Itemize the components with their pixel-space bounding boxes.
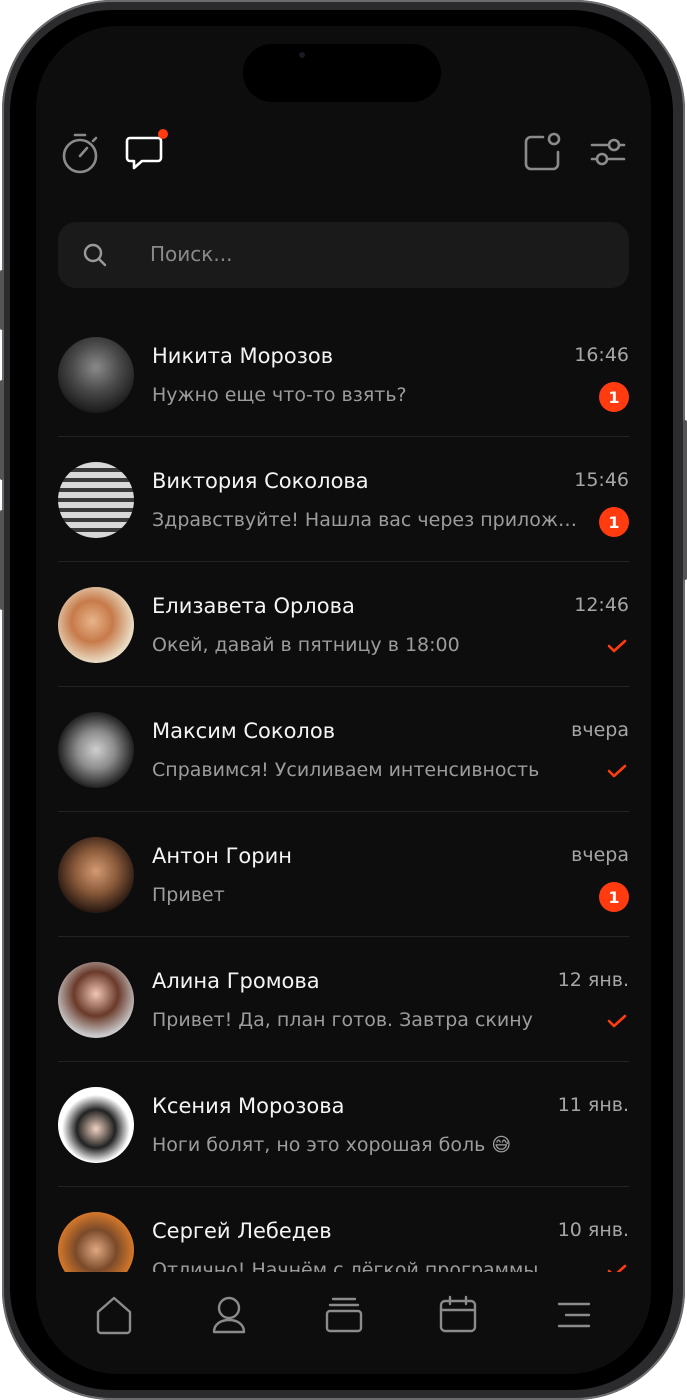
- avatar: [58, 837, 134, 913]
- chat-time: 12 янв.: [557, 969, 629, 991]
- avatar: [58, 337, 134, 413]
- chat-time: вчера: [571, 844, 629, 866]
- chat-preview: Здравствуйте! Нашла вас через приложе...: [152, 509, 582, 531]
- filter-sliders-icon[interactable]: [586, 130, 630, 174]
- chat-time: 15:46: [574, 469, 629, 491]
- unread-badge: 1: [599, 382, 629, 412]
- chat-preview: Отлично! Начнём с лёгкой программы: [152, 1259, 539, 1272]
- chat-list[interactable]: Никита Морозов 16:46 Нужно еще что-то вз…: [36, 312, 651, 1272]
- home-icon[interactable]: [89, 1290, 139, 1340]
- cards-icon[interactable]: [319, 1290, 369, 1340]
- chat-time: вчера: [571, 719, 629, 741]
- unread-badge: 1: [599, 507, 629, 537]
- chat-row[interactable]: Максим Соколов вчера Справимся! Усиливае…: [36, 687, 651, 812]
- chat-row[interactable]: Елизавета Орлова 12:46 Окей, давай в пят…: [36, 562, 651, 687]
- chat-name: Максим Соколов: [152, 719, 336, 743]
- chat-row[interactable]: Сергей Лебедев 10 янв. Отлично! Начнём с…: [36, 1187, 651, 1272]
- search-bar[interactable]: Поиск...: [58, 222, 629, 288]
- chat-name: Никита Морозов: [152, 344, 334, 368]
- read-check-icon: [607, 763, 627, 783]
- chat-time: 11 янв.: [557, 1094, 629, 1116]
- chat-name: Алина Громова: [152, 969, 320, 993]
- side-button: [0, 510, 4, 610]
- screen: Поиск... Никита Морозов 16:46 Нужно еще …: [36, 26, 651, 1374]
- tab-bar: [36, 1274, 651, 1374]
- avatar: [58, 587, 134, 663]
- avatar: [58, 712, 134, 788]
- chat-preview: Ноги болят, но это хорошая боль 😅: [152, 1134, 512, 1156]
- chat-preview: Нужно еще что-то взять?: [152, 384, 407, 406]
- chat-row[interactable]: Виктория Соколова 15:46 Здравствуйте! На…: [36, 437, 651, 562]
- chat-time: 12:46: [574, 594, 629, 616]
- chat-name: Ксения Морозова: [152, 1094, 345, 1118]
- read-check-icon: [607, 1263, 627, 1272]
- chat-name: Сергей Лебедев: [152, 1219, 332, 1243]
- avatar: [58, 1087, 134, 1163]
- avatar: [58, 1212, 134, 1272]
- chat-time: 10 янв.: [557, 1219, 629, 1241]
- avatar: [58, 962, 134, 1038]
- chat-bubble-icon[interactable]: [124, 128, 170, 174]
- chat-preview: Привет! Да, план готов. Завтра скину: [152, 1009, 533, 1031]
- chat-name: Виктория Соколова: [152, 469, 369, 493]
- chat-preview: Привет: [152, 884, 225, 906]
- chat-preview: Окей, давай в пятницу в 18:00: [152, 634, 460, 656]
- read-check-icon: [607, 1013, 627, 1033]
- chat-row[interactable]: Алина Громова 12 янв. Привет! Да, план г…: [36, 937, 651, 1062]
- notification-square-icon[interactable]: [520, 130, 564, 174]
- chat-row[interactable]: Антон Горин вчера Привет 1: [36, 812, 651, 937]
- chat-name: Елизавета Орлова: [152, 594, 355, 618]
- profile-icon[interactable]: [204, 1290, 254, 1340]
- unread-badge: 1: [599, 882, 629, 912]
- side-button: [683, 420, 687, 580]
- chat-time: 16:46: [574, 344, 629, 366]
- avatar: [58, 462, 134, 538]
- chat-preview: Справимся! Усиливаем интенсивность: [152, 759, 540, 781]
- chat-name: Антон Горин: [152, 844, 292, 868]
- search-icon: [82, 242, 108, 272]
- side-button: [0, 270, 4, 330]
- stopwatch-icon[interactable]: [58, 130, 102, 176]
- calendar-icon[interactable]: [433, 1290, 483, 1340]
- side-button: [0, 380, 4, 480]
- chat-row[interactable]: Ксения Морозова 11 янв. Ноги болят, но э…: [36, 1062, 651, 1187]
- dynamic-island: [243, 44, 441, 102]
- read-check-icon: [607, 638, 627, 658]
- search-input[interactable]: Поиск...: [150, 242, 232, 266]
- menu-icon[interactable]: [548, 1290, 598, 1340]
- chat-row[interactable]: Никита Морозов 16:46 Нужно еще что-то вз…: [36, 312, 651, 437]
